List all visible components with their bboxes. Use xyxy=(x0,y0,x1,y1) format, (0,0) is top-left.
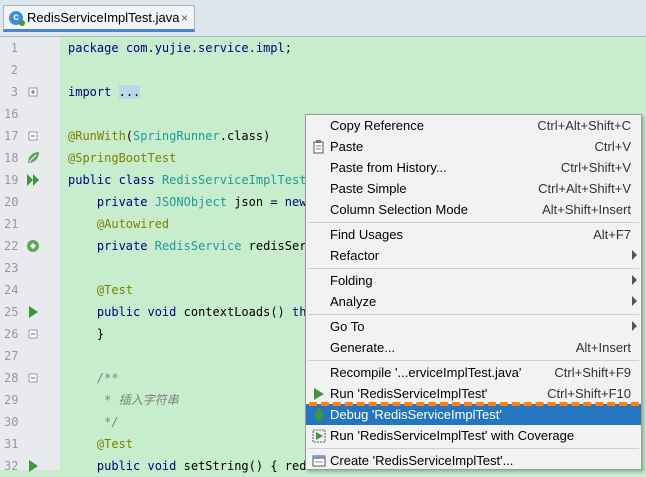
paste-icon xyxy=(313,140,324,154)
menu-item-go-to[interactable]: Go To xyxy=(306,316,641,337)
close-tab-icon[interactable]: × xyxy=(181,11,188,25)
menu-item-paste-from-history[interactable]: Paste from History... Ctrl+Shift+V xyxy=(306,157,641,178)
menu-item-analyze[interactable]: Analyze xyxy=(306,291,641,312)
code-line: } xyxy=(96,327,105,341)
folded-imports[interactable]: ... xyxy=(118,85,141,99)
code-line: private RedisService redisServ xyxy=(96,239,314,253)
gutter-line: 24 xyxy=(4,283,19,297)
menu-separator xyxy=(308,268,639,269)
menu-item-column-selection-mode[interactable]: Column Selection Mode Alt+Shift+Insert xyxy=(306,199,641,220)
menu-separator xyxy=(308,314,639,315)
code-line: private JSONObject json = new xyxy=(96,195,307,209)
gutter-line: 32 xyxy=(0,455,60,477)
submenu-arrow-icon xyxy=(632,250,637,260)
menu-item-recompile[interactable]: Recompile '...erviceImplTest.java' Ctrl+S… xyxy=(306,362,641,383)
menu-separator xyxy=(308,360,639,361)
tab-title: RedisServiceImplTest.java xyxy=(27,10,180,25)
code-line: @Autowired xyxy=(96,217,170,231)
gutter-line: 16 xyxy=(4,107,19,121)
code-line: @RunWith(SpringRunner.class) xyxy=(68,129,271,143)
fold-marker-icon[interactable] xyxy=(25,128,41,144)
code-line: import ... xyxy=(68,85,141,99)
debug-icon xyxy=(315,408,323,421)
run-all-tests-icon[interactable] xyxy=(25,172,41,188)
menu-item-folding[interactable]: Folding xyxy=(306,270,641,291)
menu-item-copy-reference[interactable]: Copy Reference Ctrl+Alt+Shift+C xyxy=(306,115,641,136)
gutter-line: 19 xyxy=(0,169,60,191)
gutter-line: 3 xyxy=(0,81,60,103)
tab-redis-service-impl-test[interactable]: c RedisServiceImplTest.java × xyxy=(3,5,195,32)
gutter-line: 25 xyxy=(0,301,60,323)
menu-separator xyxy=(308,448,639,449)
line-gutter: 1 2 3 16 17 18 19 20 21 22 23 24 25 26 2… xyxy=(0,37,60,473)
menu-item-run[interactable]: Run 'RedisServiceImplTest' Ctrl+Shift+F10 xyxy=(306,383,641,404)
fold-collapse-icon[interactable] xyxy=(25,84,41,100)
editor-tab-bar: c RedisServiceImplTest.java × xyxy=(0,0,646,37)
run-test-icon[interactable] xyxy=(25,304,41,320)
gutter-line: 2 xyxy=(10,63,18,77)
gutter-line: 23 xyxy=(4,261,19,275)
code-line: @Test xyxy=(96,437,134,451)
spring-bean-icon[interactable] xyxy=(25,150,41,166)
menu-item-generate[interactable]: Generate... Alt+Insert xyxy=(306,337,641,358)
gutter-line: 27 xyxy=(4,349,19,363)
code-line: * 插入字符串 xyxy=(96,393,179,407)
code-line: public void contextLoads() thr xyxy=(96,305,314,319)
menu-item-debug[interactable]: Debug 'RedisServiceImplTest' xyxy=(306,404,641,425)
gutter-line: 18 xyxy=(0,147,60,169)
gutter-line: 31 xyxy=(4,437,19,451)
code-line: @SpringBootTest xyxy=(68,151,177,165)
code-line: */ xyxy=(96,415,119,429)
gutter-line: 22 xyxy=(0,235,60,257)
menu-item-paste[interactable]: Paste Ctrl+V xyxy=(306,136,641,157)
run-config-icon xyxy=(312,455,326,467)
menu-item-find-usages[interactable]: Find Usages Alt+F7 xyxy=(306,224,641,245)
java-class-icon: c xyxy=(9,10,25,26)
gutter-line: 20 xyxy=(4,195,19,209)
gutter-line: 28 xyxy=(0,367,60,389)
code-line: /** xyxy=(96,371,119,385)
submenu-arrow-icon xyxy=(632,296,637,306)
run-test-icon[interactable] xyxy=(25,458,41,474)
gutter-line: 21 xyxy=(4,217,19,231)
gutter-line: 26 xyxy=(0,323,60,345)
run-icon xyxy=(314,388,324,400)
submenu-arrow-icon xyxy=(632,275,637,285)
menu-item-run-with-coverage[interactable]: Run 'RedisServiceImplTest' with Coverage xyxy=(306,425,641,446)
code-line: package com.yujie.service.impl; xyxy=(68,41,292,55)
autowired-bean-icon[interactable] xyxy=(25,238,41,254)
gutter-line: 29 xyxy=(4,393,19,407)
menu-separator xyxy=(308,222,639,223)
menu-item-refactor[interactable]: Refactor xyxy=(306,245,641,266)
fold-marker-icon[interactable] xyxy=(25,370,41,386)
code-line: @Test xyxy=(96,283,134,297)
code-line: public void setString() { redi xyxy=(96,459,314,473)
menu-item-paste-simple[interactable]: Paste Simple Ctrl+Alt+Shift+V xyxy=(306,178,641,199)
submenu-arrow-icon xyxy=(632,321,637,331)
menu-item-create-run-config[interactable]: Create 'RedisServiceImplTest'... xyxy=(306,450,641,471)
fold-marker-icon[interactable] xyxy=(25,326,41,342)
gutter-line: 17 xyxy=(0,125,60,147)
code-line: public class RedisServiceImplTest xyxy=(68,173,307,187)
coverage-icon xyxy=(312,429,326,443)
gutter-line: 30 xyxy=(4,415,19,429)
gutter-line: 1 xyxy=(10,41,18,55)
debug-highlight-annotation xyxy=(309,402,639,406)
editor-context-menu: Copy Reference Ctrl+Alt+Shift+C Paste Ctrl… xyxy=(305,114,642,470)
